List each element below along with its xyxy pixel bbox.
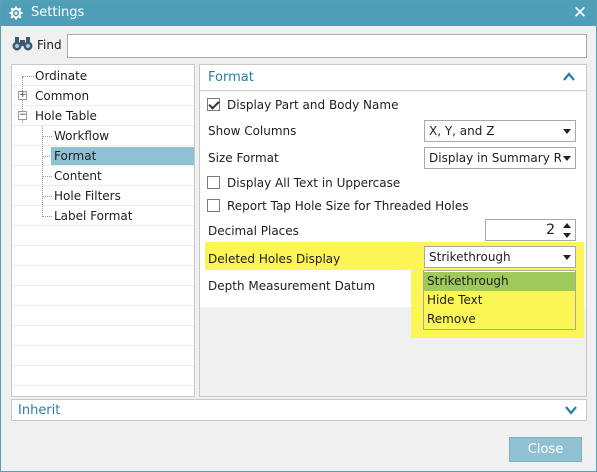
- tree-empty-row: [12, 226, 194, 246]
- tree-item-label: Common: [35, 89, 90, 103]
- tree-item-label: Content: [54, 169, 102, 183]
- tree-empty-row: [12, 286, 194, 306]
- chevron-down-icon: [563, 255, 571, 260]
- tree-empty-row: [12, 326, 194, 346]
- collapse-icon[interactable]: −: [18, 111, 27, 120]
- binoculars-icon: [12, 37, 33, 51]
- deleted-holes-dropdown-list[interactable]: Strikethrough Hide Text Remove: [423, 270, 576, 330]
- chevron-down-icon[interactable]: [564, 403, 578, 417]
- deleted-holes-display-value: Strikethrough: [429, 250, 511, 264]
- format-panel-header[interactable]: Format: [200, 65, 586, 91]
- tree-item-content[interactable]: Content: [12, 166, 194, 186]
- tree-item-label: Hole Filters: [54, 189, 121, 203]
- tree-item-ordinate[interactable]: Ordinate: [12, 66, 194, 86]
- tree-empty-row: [12, 246, 194, 266]
- find-input[interactable]: [67, 34, 587, 58]
- spin-up-icon[interactable]: [563, 223, 571, 228]
- title-bar: Settings ✕: [1, 1, 596, 26]
- depth-measurement-datum-label: Depth Measurement Datum: [208, 279, 376, 293]
- tree-item-common[interactable]: + Common: [12, 86, 194, 106]
- window-title: Settings: [31, 5, 85, 20]
- chevron-down-icon: [563, 156, 571, 161]
- tree-item-label: Label Format: [54, 209, 133, 223]
- display-part-body-name-checkbox[interactable]: [207, 98, 220, 111]
- tree-empty-row: [12, 266, 194, 286]
- chevron-up-icon[interactable]: [562, 70, 576, 84]
- tree-empty-row: [12, 346, 194, 366]
- tree-item-hole-table[interactable]: − Hole Table: [12, 106, 194, 126]
- dropdown-option-remove[interactable]: Remove: [424, 310, 575, 329]
- size-format-label: Size Format: [208, 151, 279, 165]
- inherit-title: Inherit: [18, 403, 61, 418]
- panel-title: Format: [208, 70, 254, 85]
- tree-empty-row: [12, 306, 194, 326]
- dropdown-option-strikethrough[interactable]: Strikethrough: [424, 272, 575, 291]
- tree-item-label: Workflow: [54, 129, 110, 143]
- settings-window: Settings ✕ Find Ordinate + Common − Hole…: [0, 0, 597, 472]
- decimal-places-spinner[interactable]: 2: [485, 219, 576, 241]
- display-part-body-name-label: Display Part and Body Name: [227, 98, 399, 112]
- tree-item-label: Hole Table: [35, 109, 97, 123]
- find-label: Find: [37, 38, 62, 52]
- close-icon[interactable]: ✕: [572, 3, 588, 23]
- size-format-select[interactable]: Display in Summary Ro: [424, 147, 576, 169]
- dropdown-option-hide-text[interactable]: Hide Text: [424, 291, 575, 310]
- spin-down-icon[interactable]: [563, 233, 571, 238]
- display-all-uppercase-label: Display All Text in Uppercase: [227, 176, 401, 190]
- tree-item-label: Format: [51, 147, 194, 165]
- tree-item-format[interactable]: Format: [12, 146, 194, 166]
- display-all-uppercase-checkbox[interactable]: [207, 176, 220, 189]
- close-button[interactable]: Close: [509, 437, 582, 462]
- report-tap-hole-label: Report Tap Hole Size for Threaded Holes: [227, 199, 469, 213]
- tree-empty-row: [12, 366, 194, 386]
- tree-item-label: Ordinate: [35, 69, 88, 83]
- show-columns-label: Show Columns: [208, 124, 297, 138]
- size-format-value: Display in Summary Ro: [429, 151, 561, 165]
- tree-item-hole-filters[interactable]: Hole Filters: [12, 186, 194, 206]
- decimal-places-value: 2: [546, 222, 555, 238]
- expand-icon[interactable]: +: [18, 91, 27, 100]
- chevron-down-icon: [563, 129, 571, 134]
- deleted-holes-display-select[interactable]: Strikethrough: [424, 246, 576, 268]
- deleted-holes-display-label: Deleted Holes Display: [208, 252, 341, 266]
- settings-tree[interactable]: Ordinate + Common − Hole Table Workflow …: [11, 64, 195, 397]
- show-columns-select[interactable]: X, Y, and Z: [424, 120, 576, 142]
- report-tap-hole-checkbox[interactable]: [207, 199, 220, 212]
- decimal-places-label: Decimal Places: [208, 224, 299, 238]
- tree-item-workflow[interactable]: Workflow: [12, 126, 194, 146]
- show-columns-value: X, Y, and Z: [429, 124, 495, 138]
- tree-item-label-format[interactable]: Label Format: [12, 206, 194, 226]
- gear-icon: [9, 6, 23, 20]
- inherit-panel-header[interactable]: Inherit: [11, 399, 587, 421]
